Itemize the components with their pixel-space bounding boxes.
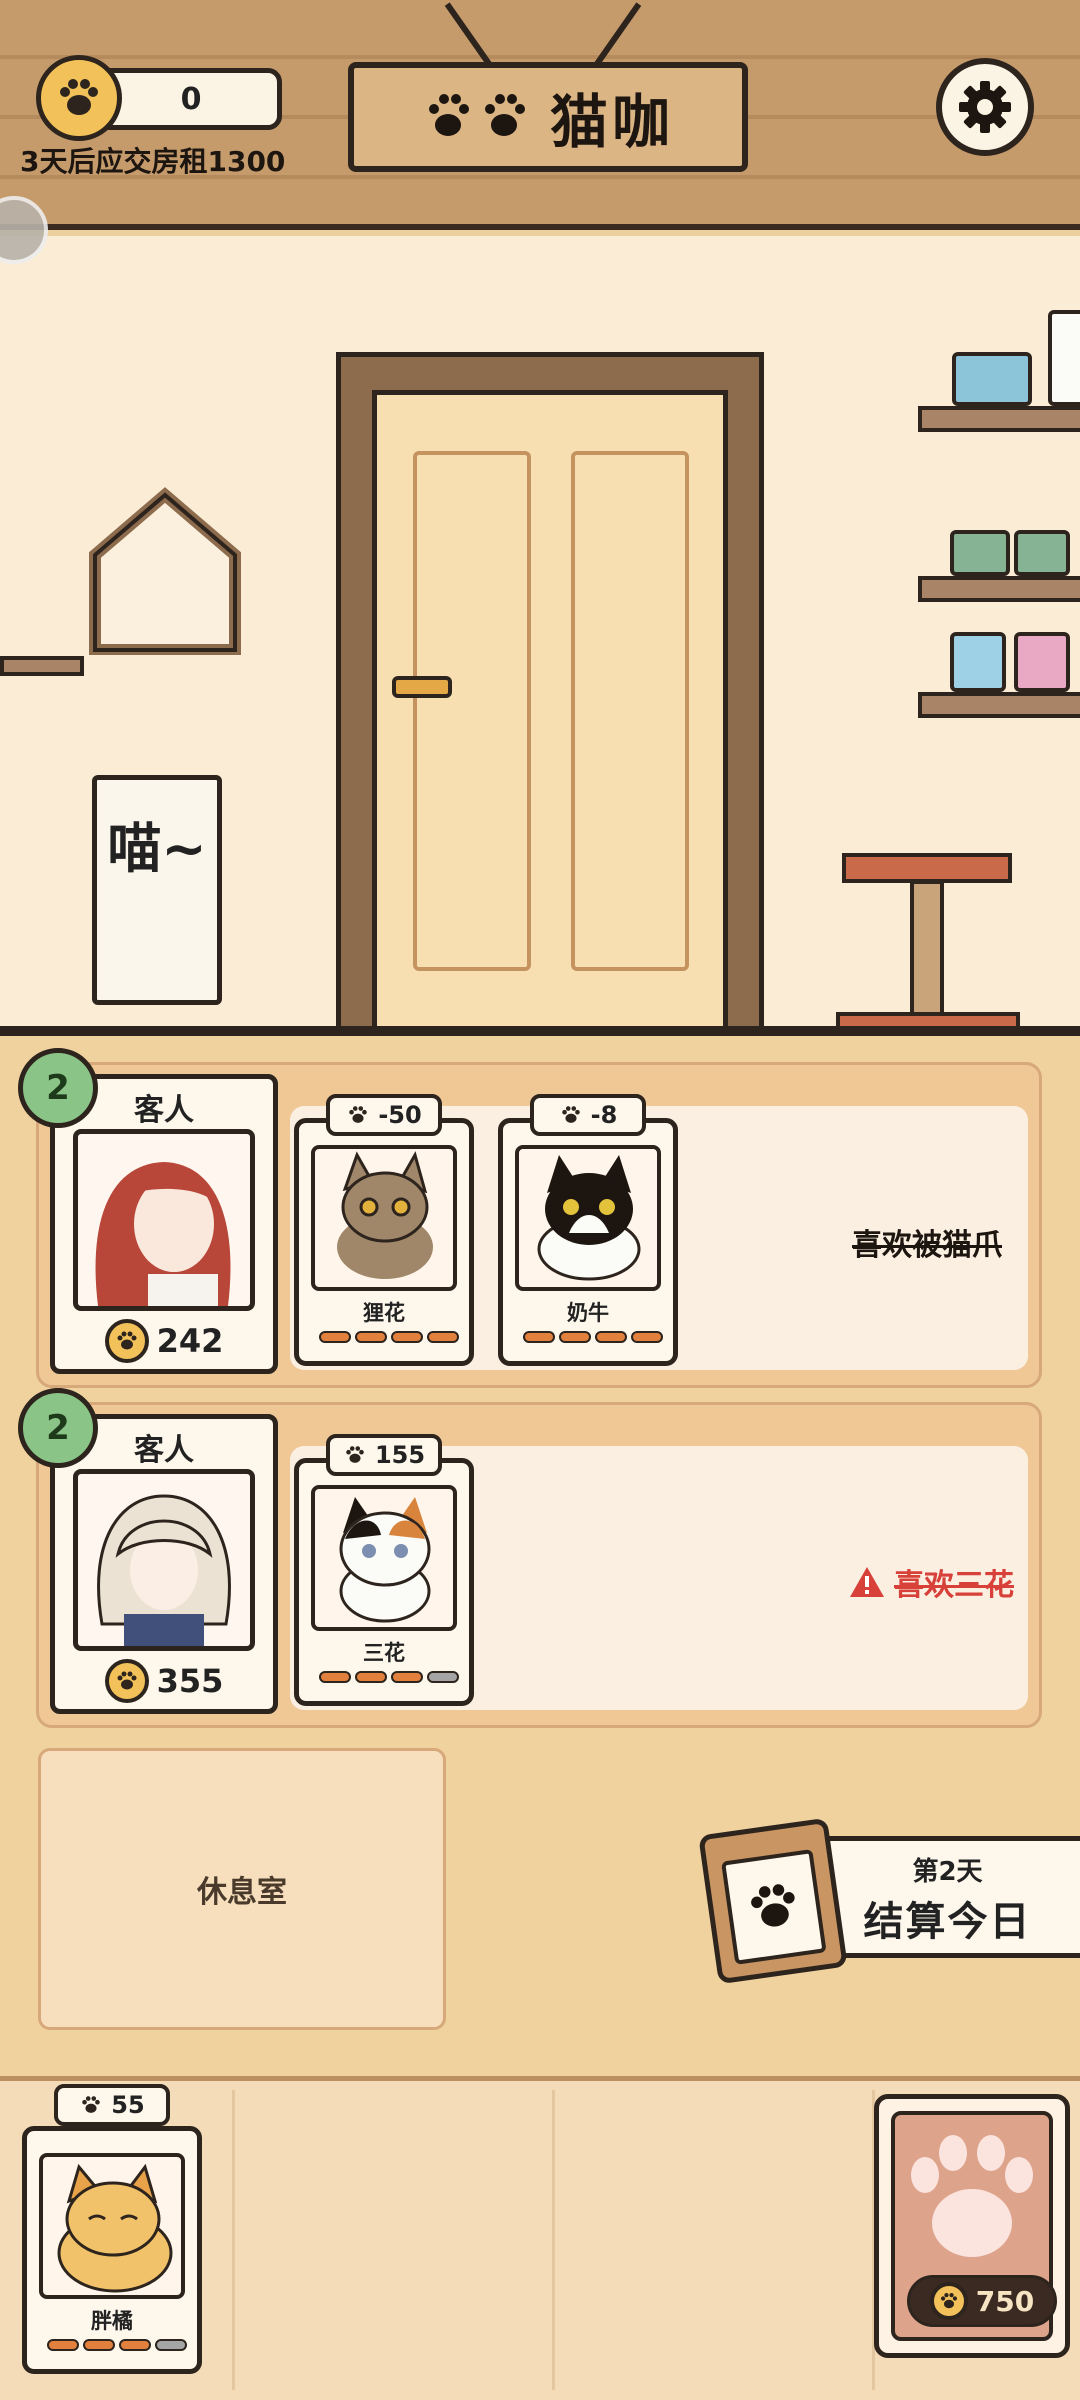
cat-house-decoration — [80, 485, 250, 656]
paw-prints-icon — [428, 94, 525, 136]
customer-card[interactable]: 客人 242 — [50, 1074, 278, 1374]
hand-cat-card[interactable]: 胖橘 — [22, 2126, 202, 2374]
cat-name: 胖橘 — [91, 2309, 133, 2333]
paw-icon — [349, 1106, 368, 1123]
cat-score-tag: 55 — [54, 2084, 170, 2126]
swap-customer-button[interactable]: 2 — [18, 1388, 98, 1468]
lounge-label: 休息室 — [197, 1875, 287, 1910]
customer-portrait — [73, 1469, 255, 1651]
swap-count: 2 — [46, 1068, 70, 1108]
settle-label: 结算今日 — [863, 1899, 1032, 1945]
customer-coins: 355 — [156, 1662, 224, 1700]
cat-score: -50 — [378, 1101, 422, 1129]
cat-energy-bar — [319, 1331, 459, 1343]
paw-icon — [751, 1884, 795, 1927]
cat-card[interactable]: 三花 — [294, 1458, 474, 1706]
rent-notice: 3天后应交房租1300 — [20, 145, 286, 178]
warning-icon — [850, 1567, 884, 1597]
cat-name: 三花 — [363, 1641, 405, 1665]
cat-score-tag: -8 — [530, 1094, 646, 1136]
cafe-title: 猫咖 — [549, 88, 674, 156]
deck-cost: 750 — [907, 2275, 1057, 2327]
customer-preference: 喜欢三花 — [848, 1560, 1014, 1604]
cat-score-tag: 155 — [326, 1434, 442, 1476]
paw-icon — [561, 1106, 580, 1123]
cat-name: 奶牛 — [567, 1301, 609, 1325]
cat-portrait — [311, 1485, 457, 1631]
cat-food-icon — [950, 632, 1006, 692]
paw-coin-icon — [104, 1319, 149, 1363]
cat-card[interactable]: 狸花 — [294, 1118, 474, 1366]
entrance-door — [372, 390, 728, 1036]
paw-coin-icon — [36, 55, 122, 141]
cat-name: 狸花 — [363, 1301, 405, 1325]
cat-energy-bar — [523, 1331, 663, 1343]
wall-ledge — [0, 656, 84, 676]
customer-portrait — [73, 1129, 255, 1311]
bottle-icon — [1048, 310, 1080, 406]
settle-day-button[interactable]: 第2天 结算今日 — [810, 1836, 1080, 1958]
floor-edge — [0, 1026, 1080, 1036]
cat-tree-post — [910, 880, 944, 1020]
cat-portrait — [515, 1145, 661, 1291]
wall-shelf — [918, 576, 1080, 602]
door-handle — [392, 676, 452, 698]
paw-icon — [82, 2096, 101, 2113]
preference-text: 喜欢被猫爪 — [852, 1228, 1002, 1263]
cat-portrait — [39, 2153, 185, 2299]
day-counter: 第2天 — [912, 1857, 983, 1887]
meow-text: 喵~ — [107, 817, 207, 880]
cat-portrait — [311, 1145, 457, 1291]
cat-score: -8 — [590, 1101, 618, 1129]
swap-customer-button[interactable]: 2 — [18, 1048, 98, 1128]
paw-icon — [911, 2135, 1033, 2257]
clipboard-icon[interactable] — [698, 1817, 848, 1985]
paw-coin-icon — [104, 1659, 149, 1703]
cat-food-icon — [1014, 632, 1070, 692]
deck-cost-value: 750 — [975, 2284, 1035, 2318]
card-deck-button[interactable]: 750 — [874, 2094, 1070, 2358]
wall-shelf — [918, 692, 1080, 718]
cat-card[interactable]: 奶牛 — [498, 1118, 678, 1366]
customer-coins: 242 — [156, 1322, 224, 1360]
gear-icon — [959, 81, 1011, 133]
jar-icon — [952, 352, 1032, 406]
wall-shelf — [918, 406, 1080, 432]
swap-count: 2 — [46, 1408, 70, 1448]
cat-score-tag: -50 — [326, 1094, 442, 1136]
customer-card[interactable]: 客人 355 — [50, 1414, 278, 1714]
customer-preference: 喜欢被猫爪 — [852, 1220, 1002, 1264]
cat-energy-bar — [319, 1671, 459, 1683]
paw-icon — [346, 1446, 364, 1463]
cat-score: 155 — [374, 1441, 426, 1469]
cat-tree — [842, 853, 1012, 883]
paw-coin-icon — [929, 2282, 968, 2320]
settings-button[interactable] — [936, 58, 1034, 156]
meow-sign: 喵~ — [92, 775, 222, 1005]
preference-text: 喜欢三花 — [894, 1568, 1014, 1603]
jar-icon — [1014, 530, 1070, 576]
jar-icon — [950, 530, 1010, 576]
cat-energy-bar — [47, 2339, 187, 2351]
cat-score: 55 — [111, 2091, 145, 2119]
lounge-area[interactable]: 休息室 — [38, 1748, 446, 2030]
cafe-sign: 猫咖 — [348, 62, 748, 172]
